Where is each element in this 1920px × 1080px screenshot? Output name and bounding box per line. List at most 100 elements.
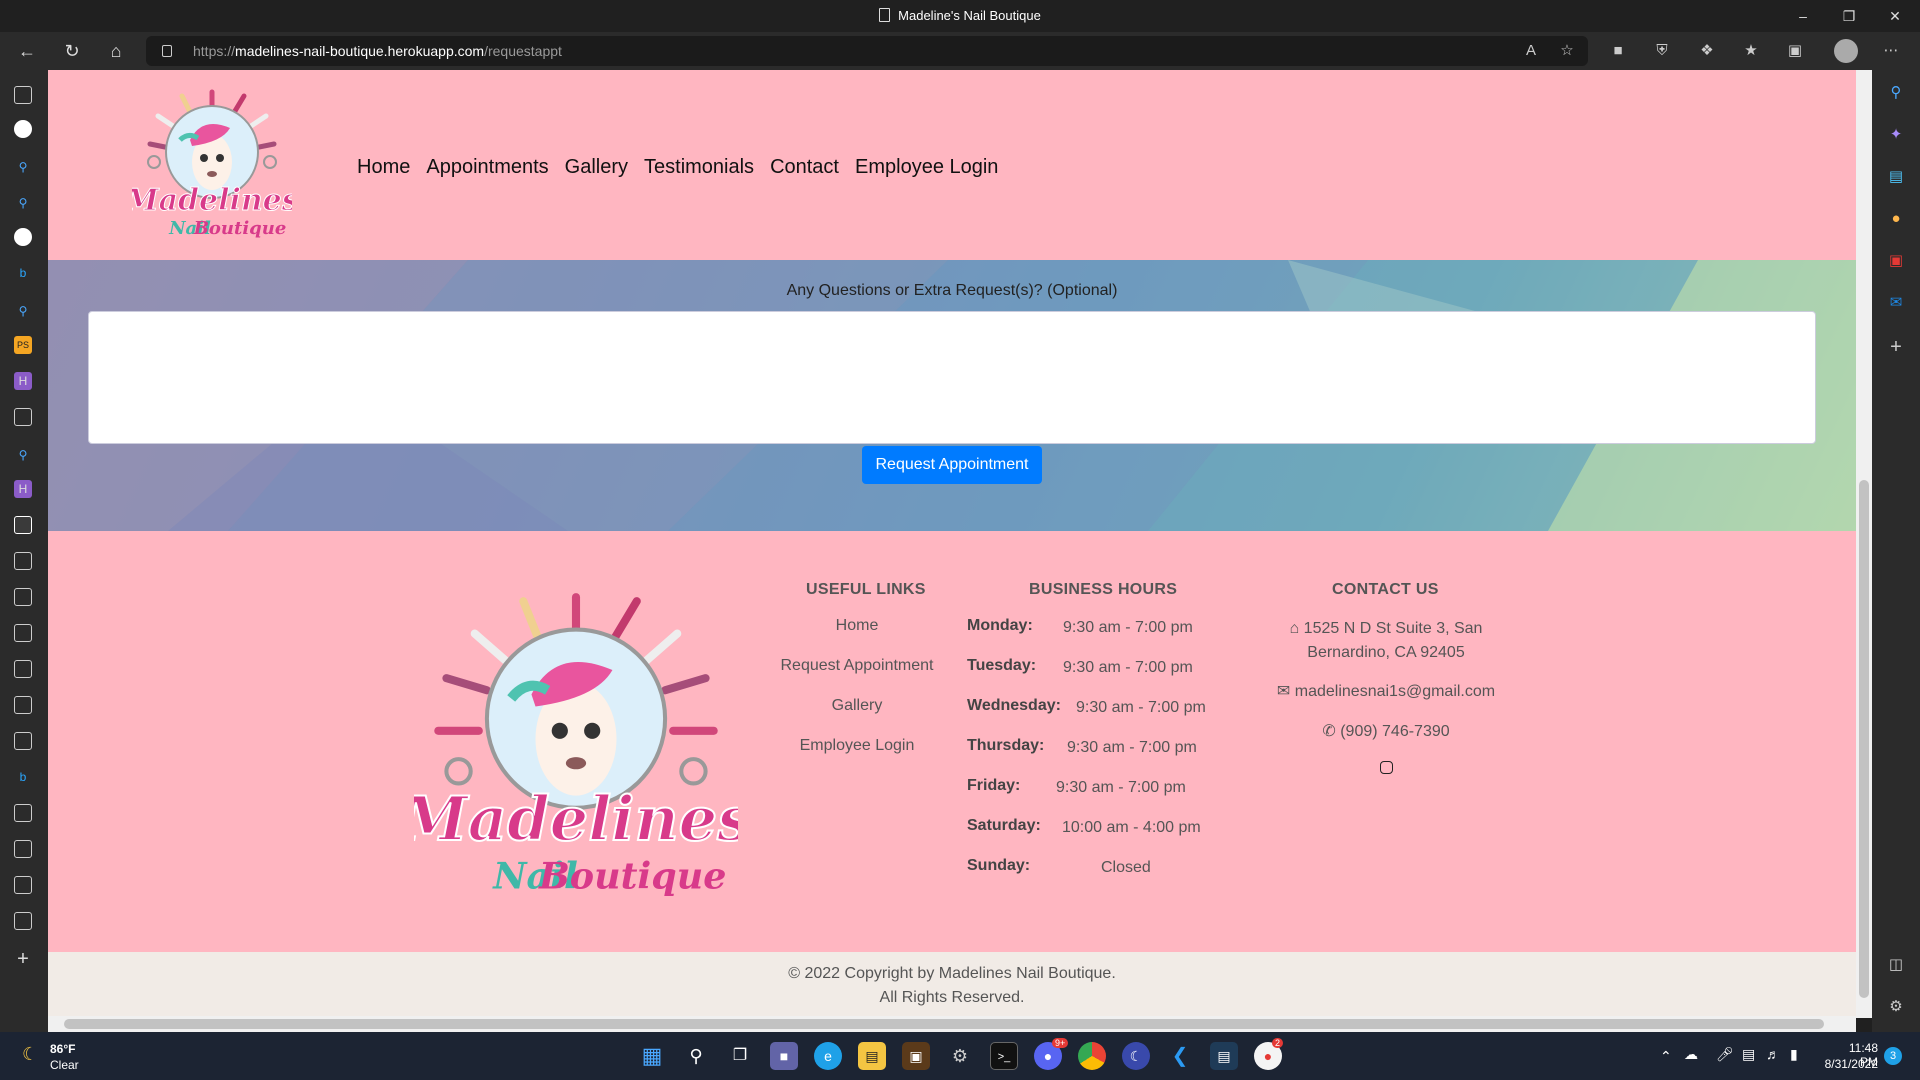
close-button[interactable]: ✕ [1872, 0, 1918, 32]
tray-chevron-up-icon[interactable]: ⌃ [1660, 1048, 1672, 1065]
site-header: Madelines Nail Boutique Home Appointment… [48, 70, 1856, 260]
document-tab-icon[interactable] [14, 408, 32, 426]
h-tab-icon[interactable]: H [14, 372, 32, 390]
document-tab-icon[interactable] [14, 552, 32, 570]
favorite-star-icon[interactable]: ☆ [1556, 40, 1578, 62]
nav-contact[interactable]: Contact [770, 156, 839, 179]
search-tab-icon[interactable]: ⚲ [14, 302, 32, 320]
questions-textarea[interactable] [88, 311, 1816, 444]
network-icon[interactable]: ▤ [1742, 1046, 1755, 1063]
address-bar[interactable]: https://madelines-nail-boutique.herokuap… [146, 36, 1588, 66]
request-appointment-button[interactable]: Request Appointment [862, 446, 1042, 484]
clock-date[interactable]: 8/31/2022 [1820, 1057, 1878, 1071]
search-tab-icon[interactable]: ⚲ [14, 194, 32, 212]
document-tab-icon[interactable] [14, 912, 32, 930]
nav-testimonials[interactable]: Testimonials [644, 156, 754, 179]
search-icon[interactable]: ⚲ [1887, 84, 1905, 102]
phone[interactable]: ✆ (909) 746-7390 [1266, 721, 1506, 741]
document-tab-icon[interactable] [14, 732, 32, 750]
new-tab-plus-icon[interactable]: + [14, 949, 32, 969]
browser-toolbar: ← ↻ ⌂ https://madelines-nail-boutique.he… [0, 32, 1920, 70]
svg-text:Boutique: Boutique [538, 855, 726, 898]
footer-link-home[interactable]: Home [757, 617, 957, 635]
shield-icon[interactable]: ⛨ [1651, 40, 1673, 62]
nav-home[interactable]: Home [357, 156, 410, 179]
horizontal-scrollbar[interactable] [48, 1016, 1856, 1032]
collections-icon[interactable]: ▣ [1784, 40, 1806, 62]
discover-icon[interactable]: ✦ [1887, 126, 1905, 144]
document-tab-icon[interactable] [14, 876, 32, 894]
weather-desc[interactable]: Clear [50, 1058, 79, 1072]
settings-gear-icon[interactable]: ⚙ [1887, 998, 1905, 1016]
document-tab-icon[interactable] [14, 840, 32, 858]
teams-chat-icon[interactable]: ■ [770, 1042, 798, 1070]
sidebar-toggle-icon[interactable]: ◫ [1887, 956, 1905, 974]
outlook-icon[interactable]: ✉ [1887, 294, 1905, 312]
extension-icon[interactable]: ■ [1607, 40, 1629, 62]
email[interactable]: ✉ madelinesnai1s@gmail.com [1256, 681, 1516, 701]
search-tab-icon[interactable]: ⚲ [14, 446, 32, 464]
home-button[interactable]: ⌂ [100, 36, 132, 66]
volume-icon[interactable]: ♬ [1766, 1046, 1780, 1062]
bing-tab-icon[interactable]: b [14, 768, 32, 786]
app-badge: 2 [1272, 1038, 1284, 1048]
restore-button[interactable]: ❐ [1826, 0, 1872, 32]
read-aloud-icon[interactable]: A [1520, 40, 1542, 62]
more-menu-icon[interactable]: ⋯ [1880, 40, 1902, 62]
tab-actions-icon[interactable] [14, 86, 32, 104]
minecraft-icon[interactable]: ▣ [902, 1042, 930, 1070]
document-tab-icon[interactable] [14, 660, 32, 678]
browser-app-icon[interactable]: ☾ [1122, 1042, 1150, 1070]
shopping-icon[interactable]: ▤ [1887, 168, 1905, 186]
weather-temp[interactable]: 86°F [50, 1042, 75, 1056]
steam-icon[interactable]: ⚙ [946, 1042, 974, 1070]
search-icon[interactable]: ⚲ [682, 1042, 710, 1070]
tools-icon[interactable]: ● [1887, 210, 1905, 228]
notification-badge[interactable]: 3 [1884, 1047, 1902, 1065]
vertical-scrollbar[interactable] [1856, 70, 1872, 1018]
extensions-puzzle-icon[interactable]: ❖ [1696, 40, 1718, 62]
app-icon[interactable]: ▤ [1210, 1042, 1238, 1070]
copyright-line-2: All Rights Reserved. [879, 989, 1025, 1006]
document-tab-icon[interactable] [14, 624, 32, 642]
footer-link-request-appointment[interactable]: Request Appointment [757, 657, 957, 675]
edge-browser-icon[interactable]: e [814, 1042, 842, 1070]
github-tab-icon[interactable] [14, 228, 32, 246]
back-button[interactable]: ← [11, 36, 43, 66]
battery-icon[interactable]: ▮ [1790, 1046, 1798, 1063]
document-tab-icon-active[interactable] [14, 516, 32, 534]
instagram-icon[interactable] [1372, 761, 1400, 781]
microphone-icon[interactable]: 🎤︎ [1716, 1046, 1734, 1063]
page-tab-icon[interactable]: PS [14, 336, 32, 354]
favorites-icon[interactable]: ★ [1740, 40, 1762, 62]
terminal-icon[interactable]: >_ [990, 1042, 1018, 1070]
minimize-button[interactable]: – [1780, 0, 1826, 32]
vertical-scroll-thumb[interactable] [1859, 480, 1869, 998]
footer-link-gallery[interactable]: Gallery [757, 697, 957, 715]
chrome-icon[interactable] [1078, 1042, 1106, 1070]
hours-time: 9:30 am - 7:00 pm [1067, 739, 1197, 756]
github-tab-icon[interactable] [14, 120, 32, 138]
refresh-button[interactable]: ↻ [56, 36, 88, 66]
search-tab-icon[interactable]: ⚲ [14, 158, 32, 176]
nav-appointments[interactable]: Appointments [426, 156, 548, 179]
nav-employee-login[interactable]: Employee Login [855, 156, 998, 179]
window-title-bar: Madeline's Nail Boutique – ❐ ✕ [0, 0, 1920, 32]
start-windows-icon[interactable]: ▦ [638, 1042, 666, 1070]
nav-gallery[interactable]: Gallery [565, 156, 628, 179]
document-tab-icon[interactable] [14, 588, 32, 606]
document-tab-icon[interactable] [14, 804, 32, 822]
task-view-icon[interactable]: ❐ [726, 1042, 754, 1070]
footer-link-employee-login[interactable]: Employee Login [757, 737, 957, 755]
add-sidebar-plus-icon[interactable]: + [1887, 337, 1905, 357]
onedrive-cloud-icon[interactable]: ☁ [1684, 1046, 1698, 1063]
h-tab-icon[interactable]: H [14, 480, 32, 498]
file-explorer-icon[interactable]: ▤ [858, 1042, 886, 1070]
logo-small[interactable]: Madelines Nail Boutique [132, 88, 292, 244]
vscode-icon[interactable]: ❮ [1166, 1042, 1194, 1070]
horizontal-scroll-thumb[interactable] [64, 1019, 1824, 1029]
office-icon[interactable]: ▣ [1887, 252, 1905, 270]
profile-avatar[interactable] [1834, 39, 1858, 63]
document-tab-icon[interactable] [14, 696, 32, 714]
bing-tab-icon[interactable]: b [14, 264, 32, 282]
